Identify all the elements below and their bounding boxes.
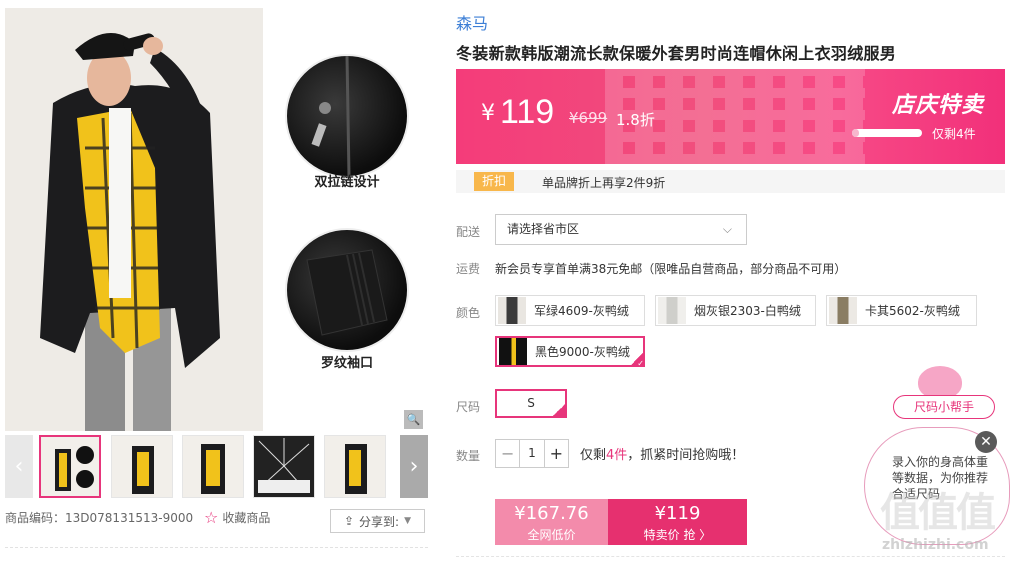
close-icon[interactable]: ✕ (975, 431, 997, 453)
quantity-stepper: − 1 + (495, 439, 569, 468)
check-icon (630, 352, 644, 368)
color-swatch (499, 338, 527, 365)
original-price: ¥699 (569, 109, 608, 127)
quantity-label: 数量 (456, 449, 481, 463)
color-option[interactable]: 军绿4609-灰鸭绒 (495, 295, 645, 326)
detail-label-cuff: 罗纹袖口 (320, 356, 373, 371)
color-swatch (658, 297, 686, 324)
favorite-button[interactable]: ☆ 收藏商品 (204, 508, 270, 527)
event-title: 店庆特卖 (892, 93, 985, 118)
size-label: 尺码 (456, 400, 481, 414)
color-label: 颜色 (456, 306, 481, 320)
check-icon (552, 394, 566, 419)
brand-link[interactable]: 森马 (456, 10, 488, 34)
currency-symbol: ¥ (481, 101, 495, 126)
color-swatch (829, 297, 857, 324)
buy-sale-price-button[interactable]: ¥119 特卖价 抢 〉 (608, 499, 747, 545)
promo-row: 折扣 单品牌折上再享2件9折 (456, 170, 1005, 193)
quantity-minus-button[interactable]: − (496, 440, 519, 467)
main-product-image[interactable]: 双拉链设计 罗纹袖口 (5, 8, 428, 431)
shipping-text: 新会员专享首单满38元免邮（限唯品自营商品，部分商品不可用） (495, 262, 847, 276)
share-icon: ⇪ (343, 514, 355, 528)
size-option-selected[interactable]: S (495, 389, 567, 419)
remaining-stock: 仅剩4件 (932, 127, 976, 141)
zipper-detail-image (285, 54, 409, 178)
divider (5, 547, 428, 548)
thumbnail-item[interactable] (111, 435, 173, 498)
share-dropdown[interactable]: ⇪ 分享到: ▼ (330, 509, 425, 533)
price-banner: ¥ 119 ¥699 1.8折 店庆特卖 仅剩4件 (456, 69, 1005, 164)
thumb-next-button[interactable]: › (400, 435, 428, 498)
thumbnail-strip: ‹ › (5, 435, 428, 498)
delivery-label: 配送 (456, 225, 481, 239)
color-option[interactable]: 烟灰银2303-白鸭绒 (655, 295, 816, 326)
discount-rate: 1.8折 (616, 111, 655, 129)
thumbnail-item[interactable] (182, 435, 244, 498)
star-icon: ☆ (204, 508, 219, 527)
current-price: 119 (500, 93, 555, 131)
thumbnail-item[interactable] (324, 435, 386, 498)
thumbnail-item[interactable] (39, 435, 101, 498)
quantity-note: 仅剩4件，抓紧时间抢购哦！ (580, 448, 745, 463)
chevron-down-icon: ⌵ (722, 222, 732, 236)
zoom-icon[interactable]: 🔍 (404, 410, 423, 429)
thumbnail-item[interactable] (253, 435, 315, 498)
promo-text: 单品牌折上再享2件9折 (542, 176, 666, 190)
thumb-prev-button[interactable]: ‹ (5, 435, 33, 498)
watermark-url: zhizhizhi.com (882, 537, 989, 553)
region-select[interactable]: 请选择省市区 ⌵ (495, 214, 747, 245)
color-option-selected[interactable]: 黑色9000-灰鸭绒 (495, 336, 645, 368)
caret-down-icon: ▼ (404, 516, 412, 526)
size-helper-tag[interactable]: 尺码小帮手 (893, 395, 995, 419)
stock-progress-bar (852, 129, 922, 137)
quantity-input[interactable]: 1 (519, 440, 545, 467)
all-net-price-button[interactable]: ¥167.76 全网低价 (495, 499, 608, 545)
cuff-detail-image (285, 228, 409, 352)
color-swatch (498, 297, 526, 324)
shipping-label: 运费 (456, 262, 481, 276)
color-option[interactable]: 卡其5602-灰鸭绒 (826, 295, 977, 326)
product-title: 冬装新款韩版潮流长款保暖外套男时尚连帽休闲上衣羽绒服男 (456, 44, 897, 63)
model-photo (5, 8, 263, 431)
promo-tag: 折扣 (474, 172, 514, 191)
product-code: 商品编码：13D078131513-9000 (5, 511, 194, 525)
detail-label-zipper: 双拉链设计 (314, 175, 380, 190)
quantity-plus-button[interactable]: + (545, 440, 568, 467)
